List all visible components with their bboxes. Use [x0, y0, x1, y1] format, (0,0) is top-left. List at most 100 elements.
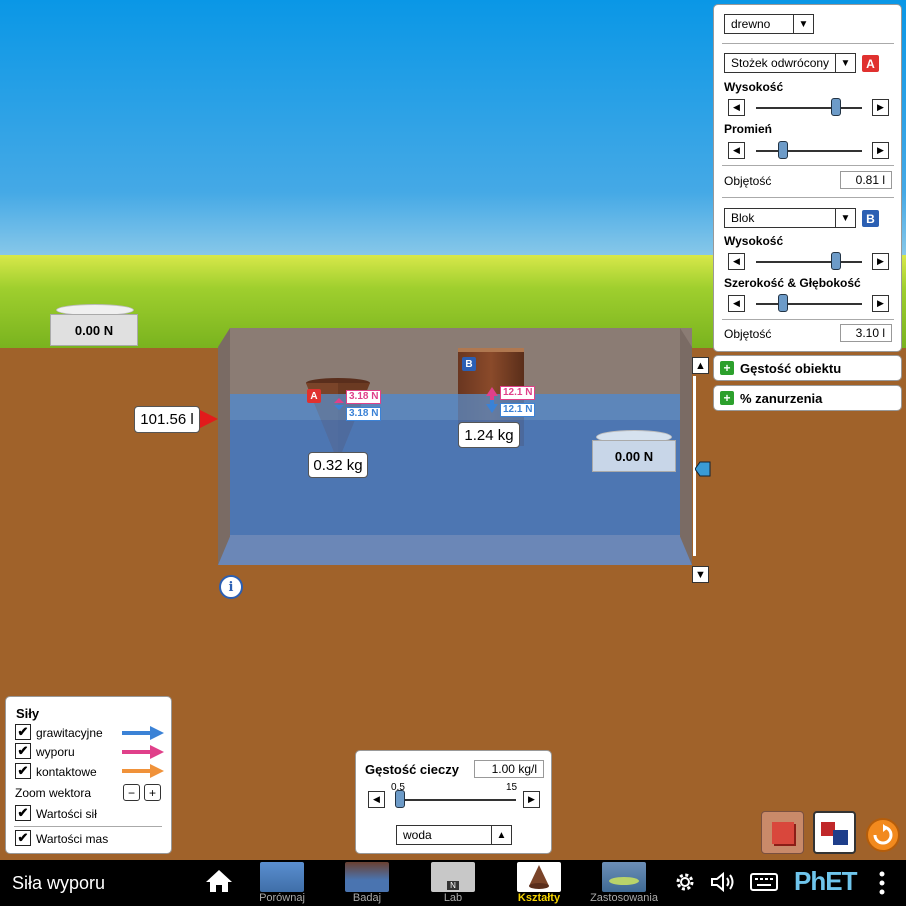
tab-lab[interactable]: N Lab	[408, 860, 498, 906]
right-scale-value: 0.00 N	[614, 448, 654, 464]
left-scale-value: 0.00 N	[74, 322, 114, 338]
pool-right-wall	[680, 328, 692, 565]
shape-a-height-increase[interactable]: ▶	[872, 99, 889, 116]
fluid-density-increase[interactable]: ▶	[523, 791, 540, 808]
buoyancy-checkbox[interactable]: ✔	[15, 743, 31, 759]
divider	[722, 319, 894, 320]
chevron-down-icon: ▼	[793, 15, 813, 33]
settings-gear-icon[interactable]	[674, 871, 696, 893]
chevron-down-icon: ▼	[835, 54, 855, 72]
zoom-out-button[interactable]: −	[123, 784, 140, 801]
mass-values-checkbox[interactable]: ✔	[15, 830, 31, 846]
fluid-type-combo[interactable]: woda ▲	[396, 825, 512, 845]
shape-b-combo[interactable]: Blok ▼	[724, 208, 856, 228]
shape-b-width-increase[interactable]: ▶	[872, 295, 889, 312]
shape-a-volume-label: Objętość	[724, 174, 772, 188]
shape-b-width-thumb[interactable]	[777, 294, 788, 312]
object-b-mass: 1.24 kg	[458, 422, 520, 448]
object-a-mass: 0.32 kg	[308, 452, 368, 478]
info-button[interactable]: i	[219, 575, 243, 599]
phet-logo[interactable]: PhET	[794, 866, 857, 897]
tab-explore-label: Badaj	[352, 892, 382, 904]
pool-floor	[218, 535, 692, 565]
pool-level-up-button[interactable]: ▲	[692, 357, 709, 374]
object-b-buoyancy-force: 12.1 N	[500, 386, 536, 400]
info-icon: i	[228, 579, 234, 595]
shape-a-height-thumb[interactable]	[830, 98, 841, 116]
force-values-checkbox[interactable]: ✔	[15, 805, 31, 821]
liquid-level-arrow-icon	[200, 410, 218, 428]
home-icon	[206, 870, 232, 892]
reset-button[interactable]	[866, 818, 900, 852]
divider	[722, 197, 894, 198]
shape-a-radius-label: Promień	[724, 122, 773, 136]
expand-plus-icon: +	[720, 391, 734, 405]
shape-a-radius-thumb[interactable]	[777, 141, 788, 159]
right-scale[interactable]: 0.00 N	[592, 440, 676, 472]
forces-panel: Siły ✔ grawitacyjne ✔ wyporu ✔ kontaktow…	[5, 696, 172, 854]
tab-shapes[interactable]: Kształty	[494, 860, 584, 906]
shape-control-panel: drewno ▼ Stożek odwrócony ▼ A Wysokość ◀…	[713, 4, 902, 352]
arrow-up-icon: ▲	[695, 359, 706, 372]
shape-b-height-increase[interactable]: ▶	[872, 253, 889, 270]
shape-b-volume-value: 3.10 l	[840, 324, 892, 342]
shape-a-radius-track	[756, 150, 862, 152]
fluid-density-title: Gęstość cieczy	[365, 762, 459, 777]
pool-level-down-button[interactable]: ▼	[692, 566, 709, 583]
one-object-view-button[interactable]	[761, 811, 804, 854]
shape-a-combo[interactable]: Stożek odwrócony ▼	[724, 53, 856, 73]
tab-lab-label: Lab	[443, 892, 463, 904]
zoom-in-button[interactable]: +	[144, 784, 161, 801]
submersion-accordion[interactable]: + % zanurzenia	[713, 385, 902, 411]
liquid-volume-readout: 101.56 l	[134, 406, 200, 433]
shape-b-width-label: Szerokość & Głębokość	[724, 276, 861, 290]
water-surface	[218, 394, 692, 420]
buoyancy-arrow-icon	[122, 745, 164, 759]
contact-arrow-icon	[122, 764, 164, 778]
contact-checkbox[interactable]: ✔	[15, 763, 31, 779]
tab-compare[interactable]: Porównaj	[237, 860, 327, 906]
fluid-density-value: 1.00 kg/l	[474, 760, 544, 778]
fluid-density-thumb[interactable]	[395, 790, 406, 808]
home-button[interactable]	[205, 869, 233, 896]
shape-b-height-thumb[interactable]	[830, 252, 841, 270]
shape-a-badge: A	[862, 55, 879, 72]
fluid-density-decrease[interactable]: ◀	[368, 791, 385, 808]
shape-a-radius-increase[interactable]: ▶	[872, 142, 889, 159]
force-values-label: Wartości sił	[36, 807, 97, 821]
density-accordion[interactable]: + Gęstość obiektu	[713, 355, 902, 381]
shape-b-volume-label: Objętość	[724, 327, 772, 341]
force-arrows-b-icon	[486, 387, 498, 413]
shape-b-width-track	[756, 303, 862, 305]
shape-a-volume-value: 0.81 l	[840, 171, 892, 189]
gravity-label: grawitacyjne	[36, 726, 103, 740]
pool-level-handle[interactable]	[695, 461, 711, 477]
density-accordion-label: Gęstość obiektu	[740, 360, 842, 376]
two-objects-view-button[interactable]	[813, 811, 856, 854]
shape-a-radius-decrease[interactable]: ◀	[728, 142, 745, 159]
object-b-mass-value: 1.24 kg	[464, 426, 514, 444]
tab-explore[interactable]: Badaj	[322, 860, 412, 906]
two-blocks-icon	[820, 821, 848, 845]
keyboard-icon[interactable]	[750, 873, 778, 891]
left-scale[interactable]: 0.00 N	[50, 314, 138, 346]
shape-b-height-decrease[interactable]: ◀	[728, 253, 745, 270]
tab-applications[interactable]: Zastosowania	[579, 860, 669, 906]
menu-kebab-icon[interactable]	[878, 871, 886, 895]
pool-left-wall	[218, 328, 230, 565]
shapes-thumbnail	[517, 862, 561, 892]
liquid-volume-value: 101.56 l	[140, 411, 194, 428]
sound-icon[interactable]	[710, 871, 738, 893]
object-a-badge: A	[307, 389, 321, 403]
lab-thumbnail: N	[431, 862, 475, 892]
shape-a-height-decrease[interactable]: ◀	[728, 99, 745, 116]
vector-zoom-label: Zoom wektora	[15, 786, 92, 800]
material-combo[interactable]: drewno ▼	[724, 14, 814, 34]
divider	[722, 165, 894, 166]
fluid-density-panel: Gęstość cieczy 1.00 kg/l 0.5 15 ◀ ▶ woda…	[355, 750, 552, 854]
shape-b-width-decrease[interactable]: ◀	[728, 295, 745, 312]
chevron-down-icon: ▼	[835, 209, 855, 227]
cone-icon	[529, 865, 549, 889]
shape-b-height-track	[756, 261, 862, 263]
gravity-checkbox[interactable]: ✔	[15, 724, 31, 740]
